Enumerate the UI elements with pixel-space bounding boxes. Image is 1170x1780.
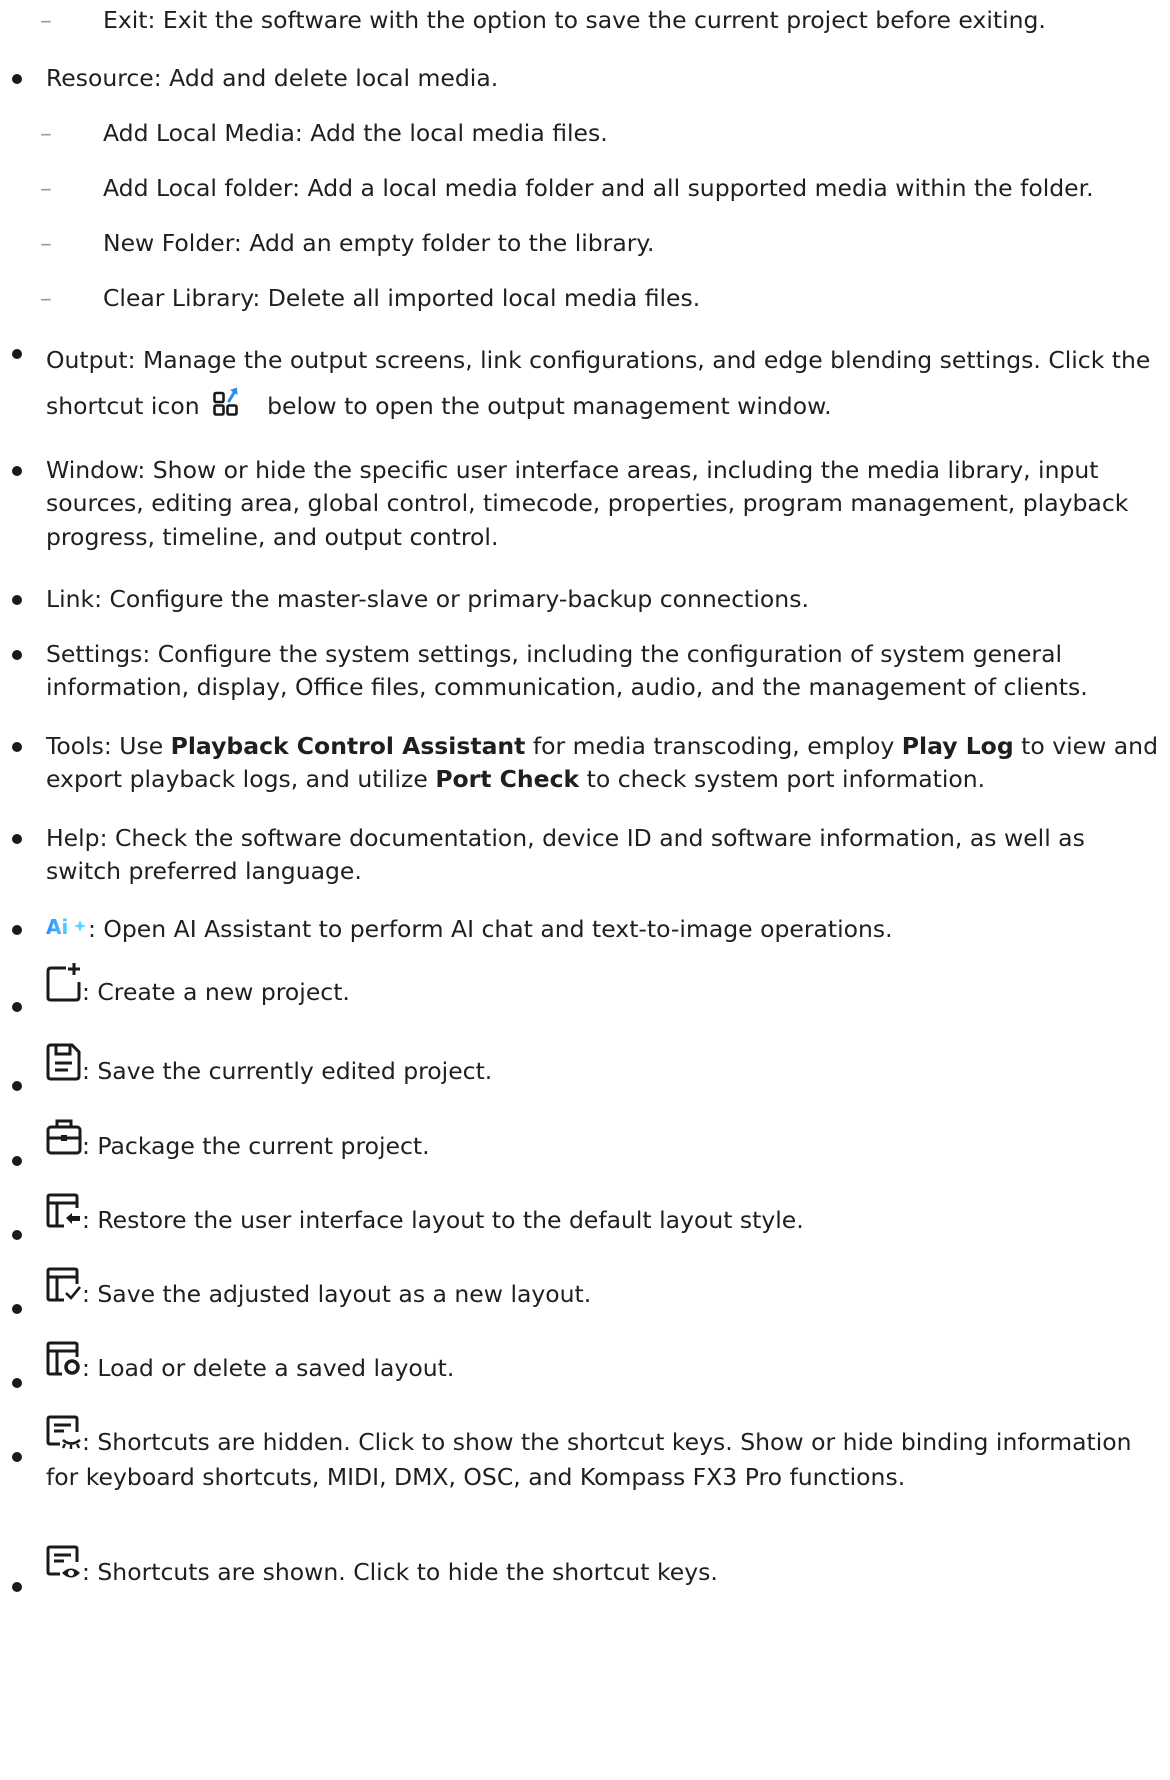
tools-description: Tools: Use Playback Control Assistant fo… [46, 730, 1162, 797]
bullet [12, 1156, 22, 1166]
new-project-icon[interactable] [46, 962, 82, 1011]
bullet [12, 834, 22, 844]
bullet [12, 650, 22, 660]
new-project-description: : Create a new project. [82, 978, 350, 1006]
bullet [12, 74, 22, 84]
port-check: Port Check [435, 765, 580, 794]
dash-marker: – [40, 6, 52, 34]
new-project-row: : Create a new project. [46, 962, 1162, 1011]
shortcuts-hidden-description: : Shortcuts are hidden. Click to show th… [46, 1428, 1132, 1492]
load-layout-row: : Load or delete a saved layout. [46, 1340, 1162, 1387]
shortcuts-shown-row: : Shortcuts are shown. Click to hide the… [46, 1544, 1162, 1591]
bullet [12, 349, 22, 359]
bullet [12, 742, 22, 752]
bullet [12, 1378, 22, 1388]
resource-description: Resource: Add and delete local media. [46, 64, 499, 92]
restore-layout-icon[interactable] [46, 1192, 82, 1239]
add-local-media-description: Add Local Media: Add the local media fil… [103, 119, 608, 147]
playback-control-assistant: Playback Control Assistant [170, 732, 526, 760]
tools-text-4: to check system port information. [579, 765, 986, 794]
ai-row: Ai : Open AI Assistant to perform AI cha… [46, 913, 1162, 947]
restore-layout-description: : Restore the user interface layout to t… [82, 1206, 804, 1234]
link-description: Link: Configure the master-slave or prim… [46, 585, 809, 613]
window-description: Window: Show or hide the specific user i… [46, 456, 1129, 551]
package-row: : Package the current project. [46, 1118, 1162, 1165]
bullet [12, 1304, 22, 1314]
new-folder-description: New Folder: Add an empty folder to the l… [103, 229, 655, 257]
dash-marker: – [40, 174, 52, 202]
output-description: Output: Manage the output screens, link … [46, 337, 1162, 431]
bullet [12, 1081, 22, 1091]
bullet [12, 1002, 22, 1012]
help-description: Help: Check the software documentation, … [46, 824, 1085, 886]
shortcuts-shown-icon[interactable] [46, 1544, 82, 1591]
add-local-folder-description: Add Local folder: Add a local media fold… [103, 174, 1094, 202]
package-icon[interactable] [46, 1118, 82, 1165]
save-row: : Save the currently edited project. [46, 1043, 1162, 1090]
output-text-b: below to open the output management wind… [267, 392, 832, 420]
exit-description: Exit: Exit the software with the option … [103, 6, 1046, 34]
shortcuts-hidden-row: : Shortcuts are hidden. Click to show th… [46, 1414, 1162, 1495]
bullet [12, 466, 22, 476]
load-layout-description: : Load or delete a saved layout. [82, 1354, 455, 1382]
ai-assistant-icon[interactable]: Ai [46, 914, 88, 947]
package-description: : Package the current project. [82, 1132, 430, 1160]
save-description: : Save the currently edited project. [82, 1057, 493, 1085]
save-layout-description: : Save the adjusted layout as a new layo… [82, 1280, 592, 1308]
save-layout-row: : Save the adjusted layout as a new layo… [46, 1266, 1162, 1313]
clear-library-description: Clear Library: Delete all imported local… [103, 284, 701, 312]
load-layout-icon[interactable] [46, 1340, 82, 1387]
save-layout-icon[interactable] [46, 1266, 82, 1313]
dash-marker: – [40, 119, 52, 147]
settings-description: Settings: Configure the system settings,… [46, 640, 1088, 702]
bullet [12, 1452, 22, 1462]
restore-layout-row: : Restore the user interface layout to t… [46, 1192, 1162, 1239]
shortcuts-hidden-icon[interactable] [46, 1414, 82, 1461]
tools-text-2: for media transcoding, employ [525, 732, 902, 760]
output-management-icon[interactable] [213, 385, 243, 431]
bullet [12, 595, 22, 605]
dash-marker: – [40, 284, 52, 312]
tools-text-1: Tools: Use [46, 732, 171, 760]
bullet [12, 1230, 22, 1240]
ai-description: : Open AI Assistant to perform AI chat a… [88, 915, 893, 943]
ai-logo-text: Ai [46, 916, 68, 938]
play-log: Play Log [901, 732, 1014, 760]
bullet [12, 1582, 22, 1592]
bullet [12, 925, 22, 935]
shortcuts-shown-description: : Shortcuts are shown. Click to hide the… [82, 1558, 718, 1586]
document-page: { "file_menu": { "exit": { "dash": "–", … [0, 0, 1170, 1780]
save-icon[interactable] [46, 1043, 82, 1090]
dash-marker: – [40, 229, 52, 257]
